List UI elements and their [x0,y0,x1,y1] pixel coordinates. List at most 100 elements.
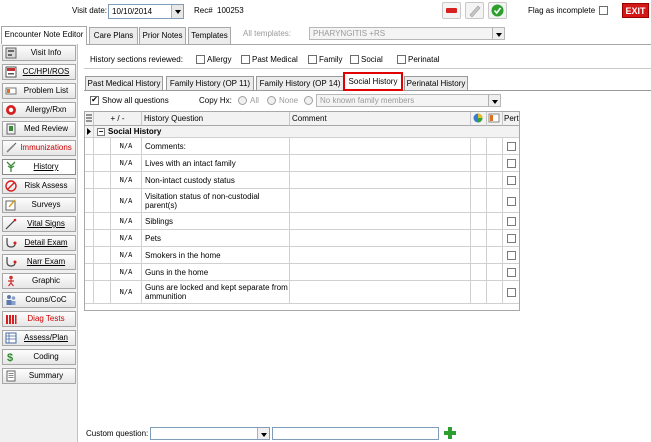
sidebar-item-assess-plan[interactable]: Assess/Plan [2,330,76,346]
comment-cell[interactable] [290,230,471,246]
visit-date-dropdown[interactable]: 10/10/2014 [108,4,184,19]
sidebar-item-surveys[interactable]: Surveys [2,197,76,213]
col-note-icon[interactable] [487,112,503,126]
tab-prior-notes[interactable]: Prior Notes [139,27,186,44]
past-medical-checkbox[interactable] [241,55,250,64]
chevron-down-icon[interactable] [171,5,183,18]
all-radio[interactable] [238,96,247,105]
sidebar-item-problem-list[interactable]: Problem List [2,83,76,99]
status-cell[interactable] [471,213,487,229]
tab-family-history-op11[interactable]: Family History (OP 11) [166,76,254,90]
sidebar-item-history[interactable]: History [2,159,76,175]
accept-button[interactable] [488,2,507,19]
table-row[interactable]: N/A Pets [85,230,519,247]
table-row[interactable]: N/A Visitation status of non-custodial pa… [85,189,519,213]
status-cell[interactable] [471,230,487,246]
col-comment[interactable]: Comment [290,112,471,126]
group-row[interactable]: − Social History [85,126,519,138]
remove-button[interactable] [442,2,461,19]
status-cell[interactable] [471,155,487,171]
tab-care-plans[interactable]: Care Plans [89,27,138,44]
note-cell[interactable] [487,155,503,171]
pert-checkbox[interactable] [507,251,516,260]
sidebar-item-narr-exam[interactable]: Narr Exam [2,254,76,270]
sidebar-item-couns-coc[interactable]: Couns/CoC [2,292,76,308]
status-cell[interactable] [471,247,487,263]
table-row[interactable]: N/A Guns in the home [85,264,519,281]
pert-checkbox[interactable] [507,268,516,277]
comment-cell[interactable] [290,155,471,171]
sidebar-item-med-review[interactable]: Med Review [2,121,76,137]
note-cell[interactable] [487,247,503,263]
tab-encounter-note-editor[interactable]: Encounter Note Editor [1,26,87,45]
sidebar-item-detail-exam[interactable]: Detail Exam [2,235,76,251]
table-row[interactable]: N/A Siblings [85,213,519,230]
allergy-checkbox[interactable] [196,55,205,64]
status-cell[interactable] [471,172,487,188]
sidebar-item-allergy-rxn[interactable]: Allergy/Rxn [2,102,76,118]
family-member-dropdown[interactable]: No known family members [316,94,501,107]
chevron-down-icon[interactable] [488,95,500,106]
comment-cell[interactable] [290,213,471,229]
pert-checkbox[interactable] [507,197,516,206]
sidebar-item-immunizations[interactable]: Immunizations [2,140,76,156]
tab-perinatal-history[interactable]: Perinatal History [404,76,468,90]
grid-menu-header[interactable] [85,112,94,126]
tab-past-medical-history[interactable]: Past Medical History [85,76,163,90]
family-checkbox[interactable] [308,55,317,64]
note-cell[interactable] [487,213,503,229]
note-cell[interactable] [487,172,503,188]
status-cell[interactable] [471,189,487,212]
tab-social-history[interactable]: Social History [343,72,403,91]
edit-button[interactable] [465,2,484,19]
none-radio[interactable] [267,96,276,105]
add-button[interactable] [443,426,457,440]
comment-cell[interactable] [290,138,471,154]
flag-incomplete-checkbox[interactable] [599,6,608,15]
table-row[interactable]: N/A Non-intact custody status [85,172,519,189]
chevron-down-icon[interactable] [492,28,504,39]
col-status-icon[interactable] [471,112,487,126]
sidebar-item-risk-assess[interactable]: Risk Assess [2,178,76,194]
tab-templates[interactable]: Templates [188,27,231,44]
table-row[interactable]: N/A Comments: [85,138,519,155]
status-cell[interactable] [471,281,487,303]
pert-checkbox[interactable] [507,142,516,151]
templates-dropdown[interactable]: PHARYNGITIS +RS [309,27,505,40]
pert-checkbox[interactable] [507,234,516,243]
show-all-checkbox[interactable]: ✔ [90,96,99,105]
sidebar-item-diag-tests[interactable]: Diag Tests [2,311,76,327]
col-pert[interactable]: Pert [503,112,519,126]
note-cell[interactable] [487,138,503,154]
table-row[interactable]: N/A Smokers in the home [85,247,519,264]
col-plus-minus[interactable]: + / - [94,112,142,126]
comment-cell[interactable] [290,264,471,280]
col-history-question[interactable]: History Question [142,112,290,126]
pert-checkbox[interactable] [507,288,516,297]
sidebar-item-cc-hpi-ros[interactable]: CC/HPI/ROS [2,64,76,80]
table-row[interactable]: N/A Lives with an intact family [85,155,519,172]
collapse-icon[interactable]: − [97,128,105,136]
status-cell[interactable] [471,264,487,280]
sidebar-item-vital-signs[interactable]: Vital Signs [2,216,76,232]
comment-cell[interactable] [290,172,471,188]
pert-checkbox[interactable] [507,217,516,226]
table-row[interactable]: N/A Guns are locked and kept separate fro… [85,281,519,304]
family-member-radio[interactable] [304,96,313,105]
sidebar-item-graphic[interactable]: Graphic [2,273,76,289]
exit-button[interactable]: EXIT [622,3,649,18]
social-checkbox[interactable] [350,55,359,64]
chevron-down-icon[interactable] [257,428,269,439]
comment-cell[interactable] [290,281,471,303]
custom-question-input[interactable] [272,427,439,440]
custom-question-dropdown[interactable] [150,427,270,440]
sidebar-item-summary[interactable]: Summary [2,368,76,384]
status-cell[interactable] [471,138,487,154]
note-cell[interactable] [487,281,503,303]
note-cell[interactable] [487,264,503,280]
note-cell[interactable] [487,189,503,212]
sidebar-item-visit-info[interactable]: Visit Info [2,45,76,61]
pert-checkbox[interactable] [507,176,516,185]
comment-cell[interactable] [290,247,471,263]
sidebar-item-coding[interactable]: $ Coding [2,349,76,365]
